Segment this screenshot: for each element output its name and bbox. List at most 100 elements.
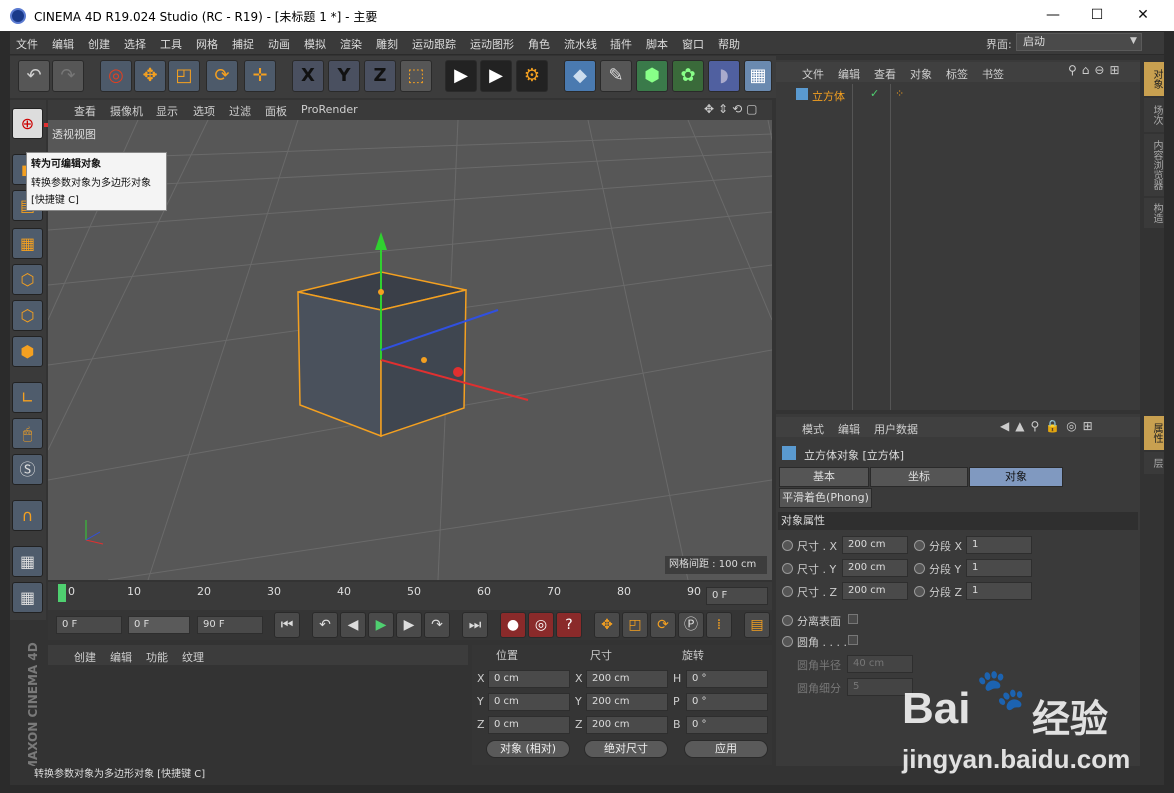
goto-start-icon[interactable]: ⏮ [274, 612, 300, 638]
radio-icon[interactable] [782, 615, 793, 626]
viewport-menu-item[interactable]: 摄像机 [110, 103, 143, 119]
radio-icon[interactable] [914, 586, 925, 597]
menu-item[interactable]: 运动图形 [470, 36, 514, 52]
rotate-icon[interactable]: ⟳ [206, 60, 238, 92]
viewport-menu-item[interactable]: 显示 [156, 103, 178, 119]
render-view-icon[interactable]: ▶ [445, 60, 477, 92]
menu-item[interactable]: 帮助 [718, 36, 740, 52]
material-manager[interactable] [48, 665, 468, 765]
make-editable-icon[interactable]: ⊕ [12, 108, 43, 139]
render-picture-viewer-icon[interactable]: ▶ [480, 60, 512, 92]
prev-key-icon[interactable]: ↶ [312, 612, 338, 638]
tab-object[interactable]: 对象 [969, 467, 1063, 487]
position-field[interactable]: 0 cm [488, 716, 570, 734]
radio-icon[interactable] [782, 563, 793, 574]
maximize-button[interactable]: ☐ [1074, 0, 1120, 31]
timeline-window-icon[interactable]: ▤ [744, 612, 770, 638]
viewport-nav-icons[interactable]: ✥⇕⟲▢ [704, 102, 762, 116]
subdivision-icon[interactable]: ⬢ [636, 60, 668, 92]
separate-surfaces-checkbox[interactable] [848, 614, 858, 624]
record-icon[interactable]: ● [500, 612, 526, 638]
last-tool-icon[interactable]: ✛ [244, 60, 276, 92]
radio-icon[interactable] [782, 636, 793, 647]
playhead[interactable] [58, 584, 66, 602]
radio-icon[interactable] [782, 540, 793, 551]
object-menu-item[interactable]: 编辑 [838, 66, 860, 82]
move-icon[interactable]: ✥ [134, 60, 166, 92]
menu-item[interactable]: 脚本 [646, 36, 668, 52]
menu-item[interactable]: 模拟 [304, 36, 326, 52]
menu-item[interactable]: 角色 [528, 36, 550, 52]
goto-end-icon[interactable]: ⏭ [462, 612, 488, 638]
y-axis-icon[interactable]: Y [328, 60, 360, 92]
scale-icon[interactable]: ◰ [168, 60, 200, 92]
menu-item[interactable]: 插件 [610, 36, 632, 52]
tab-basic[interactable]: 基本 [779, 467, 869, 487]
radio-icon[interactable] [914, 540, 925, 551]
viewport-menu-item[interactable]: 面板 [265, 103, 287, 119]
menu-item[interactable]: 流水线 [564, 36, 597, 52]
object-cube-item[interactable]: 立方体 [812, 88, 845, 104]
deformer-icon[interactable]: ◗ [708, 60, 740, 92]
fillet-checkbox[interactable] [848, 635, 858, 645]
attribute-menu-item[interactable]: 编辑 [838, 421, 860, 437]
segment-field[interactable]: 1 [966, 536, 1032, 554]
preview-min-field[interactable]: 0 F [128, 616, 190, 634]
menu-item[interactable]: 捕捉 [232, 36, 254, 52]
menu-item[interactable]: 窗口 [682, 36, 704, 52]
material-menu-item[interactable]: 创建 [74, 649, 96, 665]
object-menu-item[interactable]: 查看 [874, 66, 896, 82]
lock-workplane-icon[interactable]: ▦ [12, 546, 43, 577]
size-field[interactable]: 200 cm [586, 693, 668, 711]
cloner-icon[interactable]: ✿ [672, 60, 704, 92]
undo-icon[interactable]: ↶ [18, 60, 50, 92]
side-tab-structure[interactable]: 构造 [1144, 198, 1164, 228]
object-menu-item[interactable]: 文件 [802, 66, 824, 82]
cube-icon[interactable]: ◆ [564, 60, 596, 92]
layout-select[interactable]: 启动 [1016, 33, 1142, 51]
size-field[interactable]: 200 cm [842, 559, 908, 577]
autokey-icon[interactable]: ◎ [528, 612, 554, 638]
edges-mode-icon[interactable]: ⬡ [12, 300, 43, 331]
snap-magnet-icon[interactable]: ∩ [12, 500, 43, 531]
keyframe-help-icon[interactable]: ? [556, 612, 582, 638]
segment-field[interactable]: 1 [966, 559, 1032, 577]
menu-item[interactable]: 雕刻 [376, 36, 398, 52]
tag-icon[interactable]: ⁘ [895, 87, 904, 100]
rotation-field[interactable]: 0 ° [686, 670, 768, 688]
menu-item[interactable]: 文件 [16, 36, 38, 52]
menu-item[interactable]: 渲染 [340, 36, 362, 52]
object-menu-item[interactable]: 对象 [910, 66, 932, 82]
start-frame-field[interactable]: 0 F [56, 616, 122, 634]
attribute-menu-item[interactable]: 模式 [802, 421, 824, 437]
side-tab-layers[interactable]: 层 [1144, 452, 1164, 474]
floor-icon[interactable]: ▦ [744, 60, 772, 92]
redo-icon[interactable]: ↷ [52, 60, 84, 92]
points-mode-icon[interactable]: ⬡ [12, 264, 43, 295]
object-manager-nav-icons[interactable]: ⚲⌂⊖⊞ [1068, 63, 1125, 77]
menu-item[interactable]: 网格 [196, 36, 218, 52]
next-key-icon[interactable]: ↷ [424, 612, 450, 638]
play-icon[interactable]: ▶ [368, 612, 394, 638]
menu-item[interactable]: 选择 [124, 36, 146, 52]
material-menu-item[interactable]: 纹理 [182, 649, 204, 665]
polygons-mode-icon[interactable]: ⬢ [12, 336, 43, 367]
key-param-icon[interactable]: Ⓟ [678, 612, 704, 638]
size-field[interactable]: 200 cm [586, 670, 668, 688]
radio-icon[interactable] [914, 563, 925, 574]
viewport-menu-item[interactable]: 过滤 [229, 103, 251, 119]
pen-icon[interactable]: ✎ [600, 60, 632, 92]
coordinate-system-icon[interactable]: ⬚ [400, 60, 432, 92]
material-menu-item[interactable]: 功能 [146, 649, 168, 665]
object-menu-item[interactable]: 标签 [946, 66, 968, 82]
prev-frame-icon[interactable]: ◀ [340, 612, 366, 638]
radio-icon[interactable] [782, 586, 793, 597]
live-select-icon[interactable]: ◎ [100, 60, 132, 92]
key-move-icon[interactable]: ✥ [594, 612, 620, 638]
menu-item[interactable]: 工具 [160, 36, 182, 52]
tweak-mode-icon[interactable]: 🖱 [12, 418, 43, 449]
rotation-field[interactable]: 0 ° [686, 693, 768, 711]
position-field[interactable]: 0 cm [488, 693, 570, 711]
workplane-icon[interactable]: ▦ [12, 228, 43, 259]
segment-field[interactable]: 1 [966, 582, 1032, 600]
